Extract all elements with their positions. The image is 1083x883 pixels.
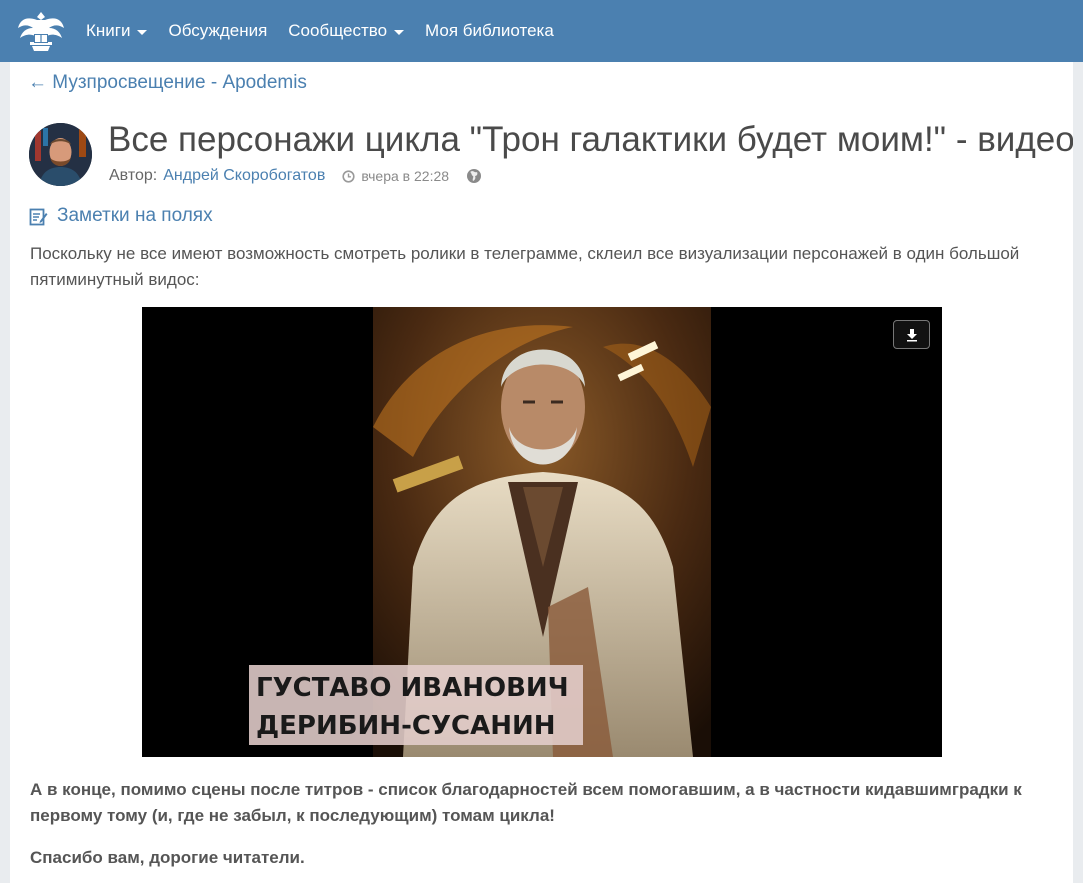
nav-books[interactable]: Книги: [86, 21, 148, 41]
download-button[interactable]: [893, 320, 930, 349]
post-meta: Автор: Андрей Скоробогатов вчера в 22:28: [109, 167, 482, 185]
post-paragraph-closing: Спасибо вам, дорогие читатели.: [30, 848, 305, 867]
eagle-logo-icon[interactable]: [14, 4, 68, 58]
video-caption-line2: ДЕРИБИН-СУСАНИН: [256, 711, 556, 741]
top-navbar: Книги Обсуждения Сообщество Моя библиоте…: [0, 0, 1083, 62]
nav-community[interactable]: Сообщество: [288, 21, 405, 41]
post-time-text: вчера в 22:28: [361, 168, 450, 184]
globe-icon: [466, 168, 482, 184]
video-player[interactable]: ГУСТАВО ИВАНОВИЧ ДЕРИБИН-СУСАНИН: [142, 307, 942, 757]
clock-icon: [342, 169, 355, 183]
video-caption: ГУСТАВО ИВАНОВИЧ ДЕРИБИН-СУСАНИН: [249, 665, 583, 745]
nav-my-library[interactable]: Моя библиотека: [425, 21, 554, 41]
nav-discussions-label: Обсуждения: [168, 21, 268, 40]
nav-community-label: Сообщество: [288, 21, 388, 40]
notes-heading-link[interactable]: Заметки на полях: [29, 205, 213, 227]
notes-heading-label: Заметки на полях: [57, 205, 213, 226]
post-paragraph-intro: Поскольку не все имеют возможность смотр…: [30, 244, 1020, 289]
author-link[interactable]: Андрей Скоробогатов: [163, 167, 325, 185]
chevron-down-icon: [394, 29, 405, 35]
download-icon: [906, 328, 917, 341]
nav-discussions[interactable]: Обсуждения: [168, 21, 267, 41]
video-caption-line1: ГУСТАВО ИВАНОВИЧ: [256, 673, 569, 703]
post-time: вчера в 22:28: [342, 168, 449, 184]
nav-books-label: Книги: [86, 21, 131, 40]
post-paragraph-thanks: А в конце, помимо сцены после титров - с…: [30, 780, 1022, 825]
author-avatar[interactable]: [29, 123, 92, 186]
notes-edit-icon: [29, 208, 48, 225]
nav-my-library-label: Моя библиотека: [425, 21, 554, 40]
author-prefix: Автор:: [109, 167, 158, 184]
back-link[interactable]: ← Музпросвещение - Apodemis: [28, 72, 307, 94]
main-content: ← Музпросвещение - Apodemis Все персонаж…: [10, 62, 1073, 883]
chevron-down-icon: [137, 29, 148, 35]
post-title: Все персонажи цикла "Трон галактики буде…: [108, 120, 1073, 159]
